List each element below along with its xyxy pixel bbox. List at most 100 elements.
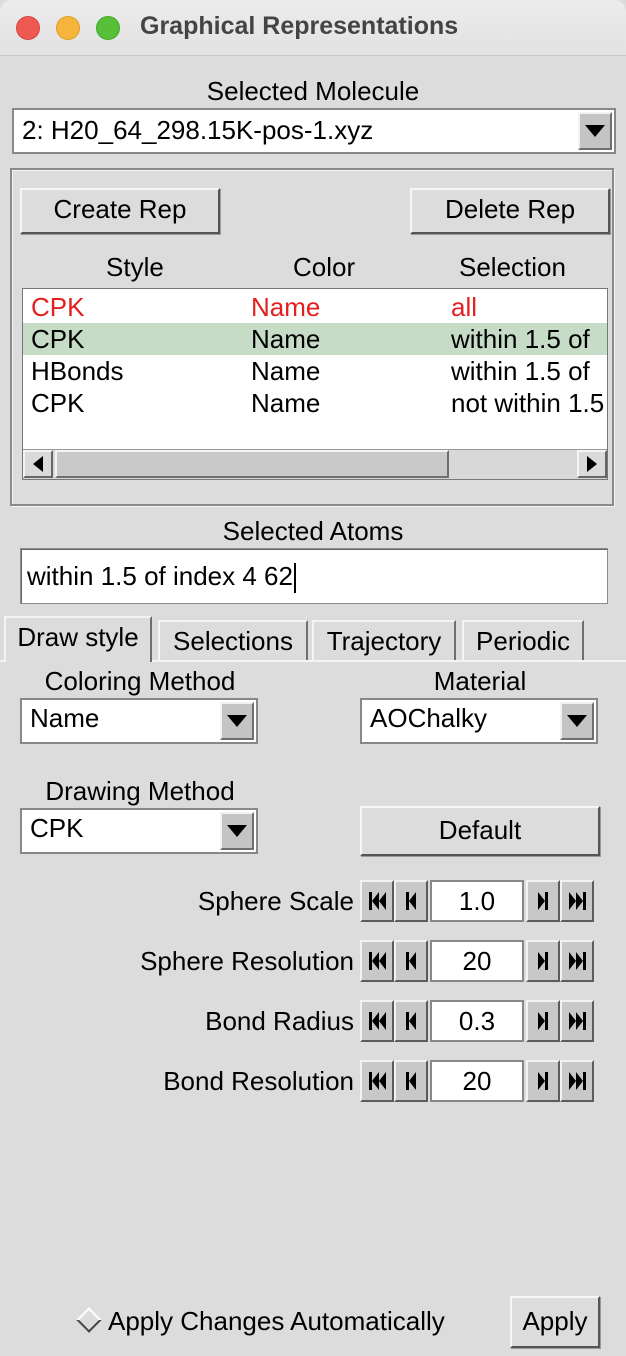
default-button[interactable]: Default bbox=[360, 806, 600, 856]
increase-fast-button[interactable] bbox=[560, 1000, 594, 1042]
decrease-button[interactable] bbox=[394, 1000, 428, 1042]
arrow-left-icon bbox=[371, 952, 379, 970]
rep-style: HBonds bbox=[31, 356, 124, 386]
decrease-fast-button[interactable] bbox=[360, 1000, 394, 1042]
drawing-method-label: Drawing Method bbox=[45, 776, 235, 806]
rep-row[interactable]: CPK Name all bbox=[23, 291, 607, 323]
chevron-down-icon bbox=[585, 125, 605, 137]
coloring-dropdown-button[interactable] bbox=[220, 702, 254, 740]
tab-trajectory[interactable]: Trajectory bbox=[312, 620, 456, 662]
tab-selections[interactable]: Selections bbox=[158, 620, 308, 662]
drawing-method-select[interactable]: CPK bbox=[20, 808, 258, 854]
rep-row[interactable]: CPK Name not within 1.5 bbox=[23, 387, 607, 419]
decrease-button[interactable] bbox=[394, 940, 428, 982]
rep-color: Name bbox=[251, 324, 321, 354]
bond-resolution-value[interactable]: 20 bbox=[430, 1060, 524, 1102]
auto-apply-checkbox[interactable] bbox=[76, 1307, 102, 1333]
bond-resolution-stepper: 20 bbox=[360, 1060, 594, 1102]
drawing-dropdown-button[interactable] bbox=[220, 812, 254, 850]
rep-row[interactable]: CPK Name within 1.5 of bbox=[23, 323, 607, 355]
selected-atoms-input[interactable]: within 1.5 of index 4 62 bbox=[20, 548, 608, 604]
arrow-right-icon bbox=[587, 456, 597, 472]
rep-row[interactable]: HBonds Name within 1.5 of bbox=[23, 355, 607, 387]
decrease-fast-button[interactable] bbox=[360, 940, 394, 982]
arrow-left-icon bbox=[371, 1012, 379, 1030]
bond-radius-stepper: 0.3 bbox=[360, 1000, 594, 1042]
bar-icon bbox=[545, 892, 548, 910]
reps-list[interactable]: CPK Name all CPK Name within 1.5 of HBon… bbox=[22, 288, 608, 480]
scrollbar-thumb[interactable] bbox=[55, 450, 449, 478]
auto-apply-label[interactable]: Apply Changes Automatically bbox=[108, 1306, 445, 1336]
bar-icon bbox=[582, 952, 586, 970]
arrow-right-icon bbox=[568, 892, 576, 910]
bond-radius-value[interactable]: 0.3 bbox=[430, 1000, 524, 1042]
rep-selection: all bbox=[451, 292, 478, 322]
sphere-resolution-value[interactable]: 20 bbox=[430, 940, 524, 982]
arrow-left-icon bbox=[33, 456, 43, 472]
rep-selection: within 1.5 of bbox=[451, 324, 590, 354]
bond-radius-label: Bond Radius bbox=[205, 1006, 354, 1036]
arrow-left-icon bbox=[378, 892, 386, 910]
close-window-button[interactable] bbox=[16, 16, 40, 40]
selected-molecule-label: Selected Molecule bbox=[206, 76, 420, 106]
bond-resolution-label: Bond Resolution bbox=[163, 1066, 354, 1096]
molecule-select[interactable]: 2: H20_64_298.15K-pos-1.xyz bbox=[12, 108, 616, 154]
bar-icon bbox=[582, 1012, 586, 1030]
coloring-method-label: Coloring Method bbox=[44, 666, 236, 696]
bar-icon bbox=[545, 952, 548, 970]
selected-atoms-value: within 1.5 of index 4 62 bbox=[27, 561, 293, 591]
arrow-left-icon bbox=[371, 892, 379, 910]
apply-button[interactable]: Apply bbox=[510, 1296, 600, 1348]
arrow-right-icon bbox=[568, 952, 576, 970]
increase-fast-button[interactable] bbox=[560, 1060, 594, 1102]
increase-button[interactable] bbox=[526, 880, 560, 922]
increase-button[interactable] bbox=[526, 940, 560, 982]
arrow-left-icon bbox=[409, 892, 416, 910]
decrease-fast-button[interactable] bbox=[360, 1060, 394, 1102]
arrow-left-icon bbox=[409, 952, 416, 970]
increase-fast-button[interactable] bbox=[560, 880, 594, 922]
rep-selection: not within 1.5 bbox=[451, 388, 605, 418]
scroll-left-button[interactable] bbox=[23, 450, 53, 478]
arrow-right-icon bbox=[538, 952, 545, 970]
drawing-method-value: CPK bbox=[30, 813, 84, 843]
arrow-left-icon bbox=[378, 1072, 386, 1090]
create-rep-button[interactable]: Create Rep bbox=[20, 188, 220, 234]
coloring-method-value: Name bbox=[30, 703, 100, 733]
molecule-dropdown-button[interactable] bbox=[578, 112, 612, 150]
arrow-right-icon bbox=[568, 1072, 576, 1090]
bar-icon bbox=[545, 1012, 548, 1030]
tab-periodic[interactable]: Periodic bbox=[462, 620, 584, 662]
rep-color: Name bbox=[251, 292, 321, 322]
arrow-right-icon bbox=[575, 952, 583, 970]
arrow-right-icon bbox=[575, 1012, 583, 1030]
reps-horizontal-scrollbar[interactable] bbox=[23, 449, 607, 479]
increase-fast-button[interactable] bbox=[560, 940, 594, 982]
material-dropdown-button[interactable] bbox=[560, 702, 594, 740]
arrow-right-icon bbox=[575, 892, 583, 910]
decrease-fast-button[interactable] bbox=[360, 880, 394, 922]
increase-button[interactable] bbox=[526, 1060, 560, 1102]
text-cursor bbox=[293, 563, 296, 594]
bar-icon bbox=[582, 892, 586, 910]
increase-button[interactable] bbox=[526, 1000, 560, 1042]
rep-selection: within 1.5 of bbox=[451, 356, 590, 386]
tab-draw-style[interactable]: Draw style bbox=[4, 616, 152, 662]
delete-rep-button[interactable]: Delete Rep bbox=[410, 188, 610, 234]
arrow-right-icon bbox=[538, 892, 545, 910]
window-title: Graphical Representations bbox=[140, 12, 459, 40]
zoom-window-button[interactable] bbox=[96, 16, 120, 40]
rep-style: CPK bbox=[31, 388, 85, 418]
arrow-right-icon bbox=[538, 1012, 545, 1030]
sphere-scale-value[interactable]: 1.0 bbox=[430, 880, 524, 922]
column-header-selection: Selection bbox=[459, 252, 566, 282]
coloring-method-select[interactable]: Name bbox=[20, 698, 258, 744]
scroll-right-button[interactable] bbox=[577, 450, 607, 478]
minimize-window-button[interactable] bbox=[56, 16, 80, 40]
material-select[interactable]: AOChalky bbox=[360, 698, 598, 744]
bar-icon bbox=[582, 1072, 586, 1090]
column-header-color: Color bbox=[293, 252, 356, 282]
material-label: Material bbox=[433, 666, 527, 696]
decrease-button[interactable] bbox=[394, 1060, 428, 1102]
decrease-button[interactable] bbox=[394, 880, 428, 922]
